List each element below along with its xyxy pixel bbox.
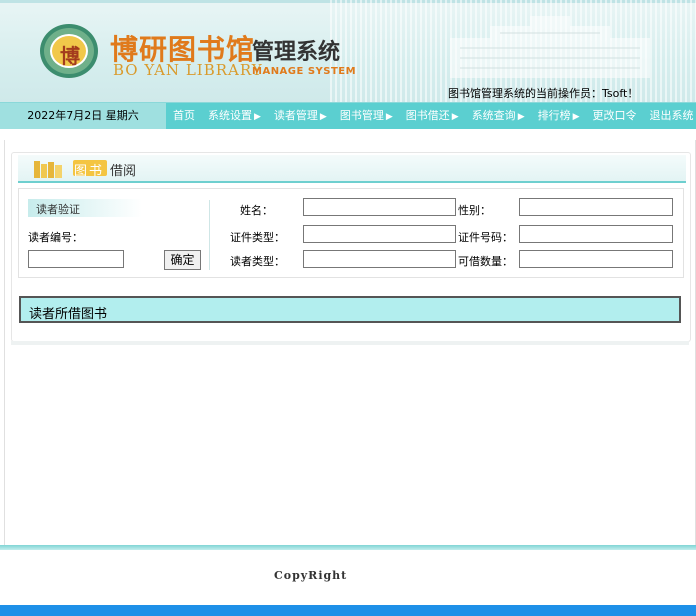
main-navbar: 2022年7月2日 星期六 首页 系统设置 ▶ 读者管理 ▶ 图书管理 ▶ 图书借还 ▶ 系统查询… xyxy=(0,102,696,129)
panel-title-text: 借阅 xyxy=(110,164,137,179)
library-building-image xyxy=(450,16,650,78)
nav-item-label: 图书借还 xyxy=(405,109,450,122)
caret-right-icon: ▶ xyxy=(319,112,327,122)
id-type-label: 证件类型： xyxy=(230,231,285,244)
panel-title-highlight: 图书 xyxy=(73,160,107,179)
panel-bottom-shadow xyxy=(11,341,689,345)
borrow-count-label: 可借数量： xyxy=(458,255,513,268)
nav-menu: 首页 系统设置 ▶ 读者管理 ▶ 图书管理 ▶ 图书借还 ▶ 系统查询 ▶ 排行榜 ▶ 更改口令 退出系统 xyxy=(166,103,696,129)
nav-item-8[interactable]: 退出系统 xyxy=(643,103,696,129)
confirm-button[interactable]: 确定 xyxy=(164,250,201,270)
nav-item-label: 排行榜 xyxy=(537,109,571,122)
logo-english-subtitle: MANAGE SYSTEM xyxy=(252,66,357,77)
footer-top-line xyxy=(0,545,696,550)
copyright-text: CopyRight xyxy=(274,569,348,582)
logo-system-title: 管理系统 xyxy=(252,40,341,65)
gender-field[interactable] xyxy=(519,198,673,216)
nav-item-label: 图书管理 xyxy=(339,109,384,122)
id-number-field[interactable] xyxy=(519,225,673,243)
name-label: 姓名： xyxy=(240,204,273,217)
caret-right-icon: ▶ xyxy=(572,112,580,122)
caret-right-icon: ▶ xyxy=(517,112,525,122)
borrow-count-field[interactable] xyxy=(519,250,673,268)
nav-item-label: 读者管理 xyxy=(273,109,318,122)
nav-item-label: 首页 xyxy=(173,109,195,122)
nav-item-1[interactable]: 系统设置 ▶ xyxy=(201,103,267,129)
nav-item-5[interactable]: 系统查询 ▶ xyxy=(465,103,531,129)
gender-label: 性别： xyxy=(458,204,491,217)
nav-item-2[interactable]: 读者管理 ▶ xyxy=(267,103,333,129)
caret-right-icon: ▶ xyxy=(385,112,393,122)
current-operator-text: 图书馆管理系统的当前操作员：Tsoft！ xyxy=(448,87,639,100)
caret-right-icon: ▶ xyxy=(254,112,261,122)
header-banner: 博 博研图书馆 管理系统 BO YAN LIBRARY MANAGE SYSTE… xyxy=(0,0,696,102)
nav-item-label: 系统设置 xyxy=(208,109,252,122)
nav-item-label: 系统查询 xyxy=(471,109,516,122)
borrowed-books-header: 读者所借图书 xyxy=(19,296,681,323)
reader-type-field[interactable] xyxy=(303,250,456,268)
caret-right-icon: ▶ xyxy=(451,112,459,122)
books-icon xyxy=(34,161,62,178)
footer-bottom-bar xyxy=(0,605,696,616)
nav-item-6[interactable]: 排行榜 ▶ xyxy=(531,103,586,129)
panel-title-bar: 图书 借阅 xyxy=(18,155,686,183)
id-number-label: 证件号码： xyxy=(458,231,513,244)
nav-item-label: 更改口令 xyxy=(592,109,637,122)
id-type-field[interactable] xyxy=(303,225,456,243)
nav-item-3[interactable]: 图书管理 ▶ xyxy=(333,103,399,129)
current-date: 2022年7月2日 星期六 xyxy=(0,103,166,129)
nav-item-4[interactable]: 图书借还 ▶ xyxy=(399,103,465,129)
borrowed-books-title: 读者所借图书 xyxy=(29,307,108,322)
nav-item-7[interactable]: 更改口令 xyxy=(586,103,643,129)
page-footer: CopyRight xyxy=(0,545,696,616)
logo-seal-char: 博 xyxy=(60,44,80,68)
logo-english-title: BO YAN LIBRARY xyxy=(113,61,263,79)
reader-verify-header: 读者验证 xyxy=(28,199,142,217)
logo-seal-icon: 博 xyxy=(40,24,98,78)
form-separator xyxy=(209,200,210,270)
reader-type-label: 读者类型： xyxy=(230,255,285,268)
name-field[interactable] xyxy=(303,198,456,216)
nav-item-0[interactable]: 首页 xyxy=(166,103,201,129)
reader-id-label: 读者编号： xyxy=(28,231,83,244)
nav-item-label: 退出系统 xyxy=(649,109,694,122)
reader-id-input[interactable] xyxy=(28,250,124,268)
